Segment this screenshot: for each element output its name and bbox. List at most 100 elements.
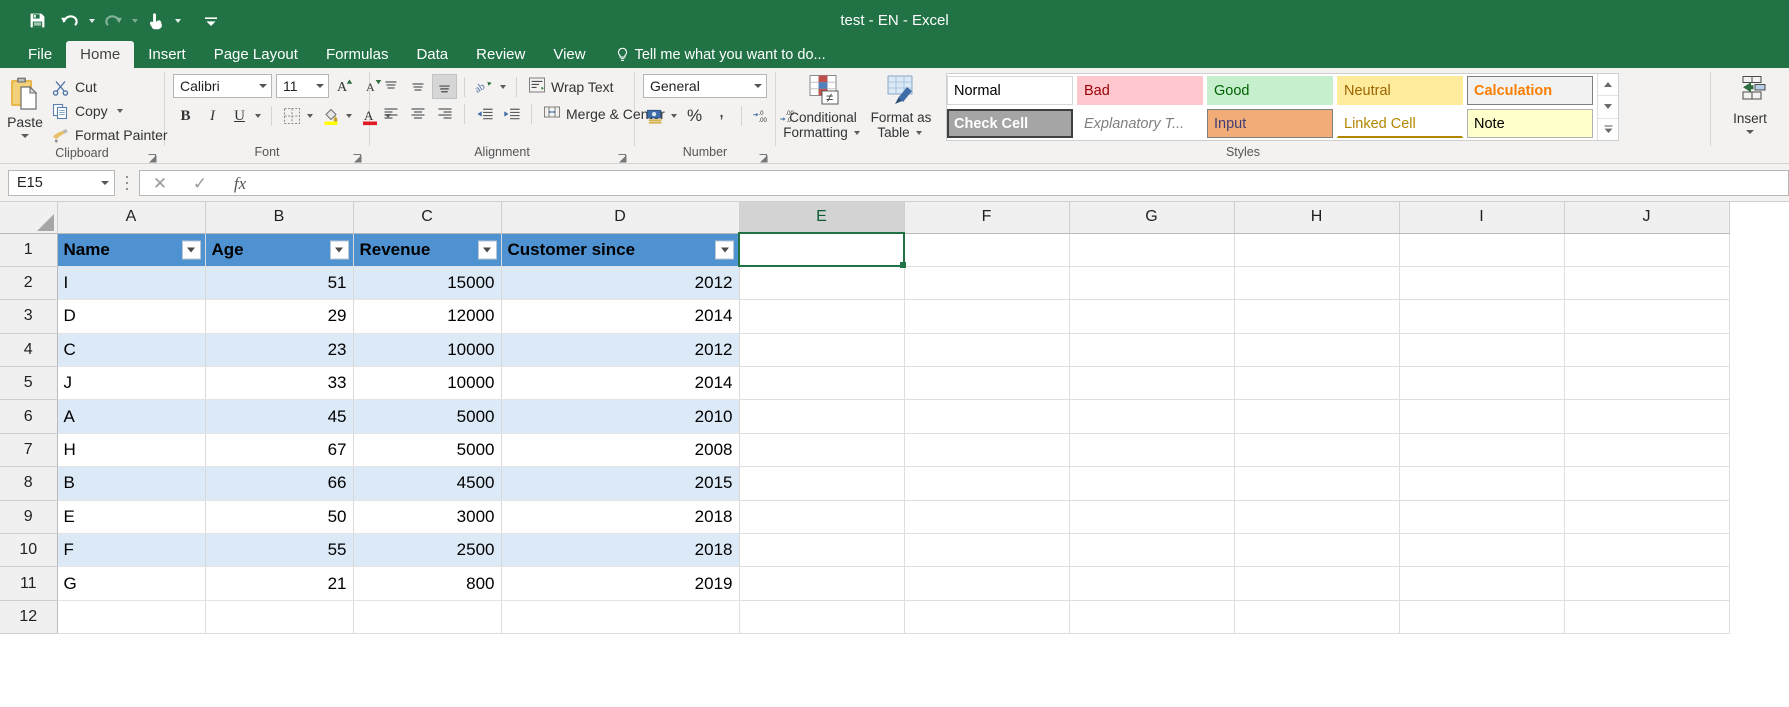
cell-C12[interactable] <box>353 600 501 633</box>
row-header-2[interactable]: 2 <box>0 266 57 299</box>
decrease-indent-button[interactable] <box>472 101 497 126</box>
cell-E4[interactable] <box>739 333 904 366</box>
styles-scroll-down-button[interactable] <box>1598 96 1618 118</box>
cell-H4[interactable] <box>1234 333 1399 366</box>
cell-style-item[interactable]: Input <box>1207 107 1337 140</box>
font-name-combo[interactable]: Calibri <box>173 74 272 98</box>
cell-D11[interactable]: 2019 <box>501 567 739 600</box>
cell-J2[interactable] <box>1564 266 1729 299</box>
number-dialog-launcher[interactable] <box>758 151 769 162</box>
cell-F3[interactable] <box>904 300 1069 333</box>
copy-button[interactable]: Copy <box>48 100 171 122</box>
cell-D4[interactable]: 2012 <box>501 333 739 366</box>
cell-G5[interactable] <box>1069 367 1234 400</box>
orientation-dropdown-caret-icon[interactable] <box>500 85 506 89</box>
center-button[interactable] <box>405 101 430 126</box>
row-header-10[interactable]: 10 <box>0 534 57 567</box>
cell-H10[interactable] <box>1234 534 1399 567</box>
save-icon[interactable] <box>22 6 52 36</box>
cell-I4[interactable] <box>1399 333 1564 366</box>
cell-J10[interactable] <box>1564 534 1729 567</box>
row-header-4[interactable]: 4 <box>0 333 57 366</box>
column-header-j[interactable]: J <box>1564 202 1729 233</box>
column-header-a[interactable]: A <box>57 202 205 233</box>
font-size-combo[interactable]: 11 <box>276 74 329 98</box>
column-header-h[interactable]: H <box>1234 202 1399 233</box>
cell-G12[interactable] <box>1069 600 1234 633</box>
number-format-combo[interactable]: General <box>643 74 767 98</box>
align-right-button[interactable] <box>432 101 457 126</box>
cell-C6[interactable]: 5000 <box>353 400 501 433</box>
cell-A5[interactable]: J <box>57 367 205 400</box>
cell-I8[interactable] <box>1399 467 1564 500</box>
cell-B3[interactable]: 29 <box>205 300 353 333</box>
undo-icon[interactable] <box>55 6 85 36</box>
cell-J6[interactable] <box>1564 400 1729 433</box>
cell-G10[interactable] <box>1069 534 1234 567</box>
top-align-button[interactable] <box>378 74 403 99</box>
format-painter-button[interactable]: Format Painter <box>48 124 171 146</box>
bottom-align-button[interactable] <box>432 74 457 99</box>
row-header-11[interactable]: 11 <box>0 567 57 600</box>
cell-style-explanatory-text[interactable]: Explanatory T... <box>1077 109 1203 138</box>
column-header-b[interactable]: B <box>205 202 353 233</box>
column-header-i[interactable]: I <box>1399 202 1564 233</box>
cell-B6[interactable]: 45 <box>205 400 353 433</box>
row-header-7[interactable]: 7 <box>0 433 57 466</box>
styles-more-button[interactable] <box>1598 119 1618 140</box>
cell-B2[interactable]: 51 <box>205 266 353 299</box>
cell-B7[interactable]: 67 <box>205 433 353 466</box>
tab-file[interactable]: File <box>14 41 66 68</box>
cell-E2[interactable] <box>739 266 904 299</box>
cell-style-good[interactable]: Good <box>1207 76 1333 105</box>
cell-C8[interactable]: 4500 <box>353 467 501 500</box>
cell-G1[interactable] <box>1069 233 1234 266</box>
cell-A11[interactable]: G <box>57 567 205 600</box>
cell-H9[interactable] <box>1234 500 1399 533</box>
cut-button[interactable]: Cut <box>48 76 171 98</box>
tab-home[interactable]: Home <box>66 41 134 68</box>
cell-D12[interactable] <box>501 600 739 633</box>
tab-data[interactable]: Data <box>402 41 462 68</box>
cell-E10[interactable] <box>739 534 904 567</box>
cell-F5[interactable] <box>904 367 1069 400</box>
cell-I3[interactable] <box>1399 300 1564 333</box>
underline-button[interactable]: U <box>227 104 252 129</box>
cell-D6[interactable]: 2010 <box>501 400 739 433</box>
cell-D8[interactable]: 2015 <box>501 467 739 500</box>
cell-I10[interactable] <box>1399 534 1564 567</box>
cell-G9[interactable] <box>1069 500 1234 533</box>
cell-I12[interactable] <box>1399 600 1564 633</box>
conditional-formatting-button[interactable]: ≠ Conditional Formatting <box>784 73 862 140</box>
cell-D7[interactable]: 2008 <box>501 433 739 466</box>
cell-style-neutral[interactable]: Neutral <box>1337 76 1463 105</box>
row-header-3[interactable]: 3 <box>0 300 57 333</box>
cell-C10[interactable]: 2500 <box>353 534 501 567</box>
cell-B11[interactable]: 21 <box>205 567 353 600</box>
cell-I11[interactable] <box>1399 567 1564 600</box>
cell-C3[interactable]: 12000 <box>353 300 501 333</box>
filter-dropdown-revenue[interactable] <box>478 240 497 259</box>
cell-style-normal[interactable]: Normal <box>947 76 1073 105</box>
cell-F8[interactable] <box>904 467 1069 500</box>
cell-style-check-cell[interactable]: Check Cell <box>947 109 1073 138</box>
cell-B8[interactable]: 66 <box>205 467 353 500</box>
cell-E11[interactable] <box>739 567 904 600</box>
cell-H11[interactable] <box>1234 567 1399 600</box>
tab-review[interactable]: Review <box>462 41 539 68</box>
borders-button[interactable] <box>279 104 304 129</box>
row-header-5[interactable]: 5 <box>0 367 57 400</box>
cell-H7[interactable] <box>1234 433 1399 466</box>
cell-J12[interactable] <box>1564 600 1729 633</box>
cell-C4[interactable]: 10000 <box>353 333 501 366</box>
accounting-format-button[interactable] <box>643 104 668 129</box>
cell-E9[interactable] <box>739 500 904 533</box>
chevron-down-icon[interactable] <box>754 84 762 88</box>
cell-styles-scrollbar[interactable] <box>1597 74 1618 140</box>
cell-B4[interactable]: 23 <box>205 333 353 366</box>
tab-page-layout[interactable]: Page Layout <box>200 41 312 68</box>
cell-A12[interactable] <box>57 600 205 633</box>
cell-A8[interactable]: B <box>57 467 205 500</box>
cell-E8[interactable] <box>739 467 904 500</box>
cell-C9[interactable]: 3000 <box>353 500 501 533</box>
